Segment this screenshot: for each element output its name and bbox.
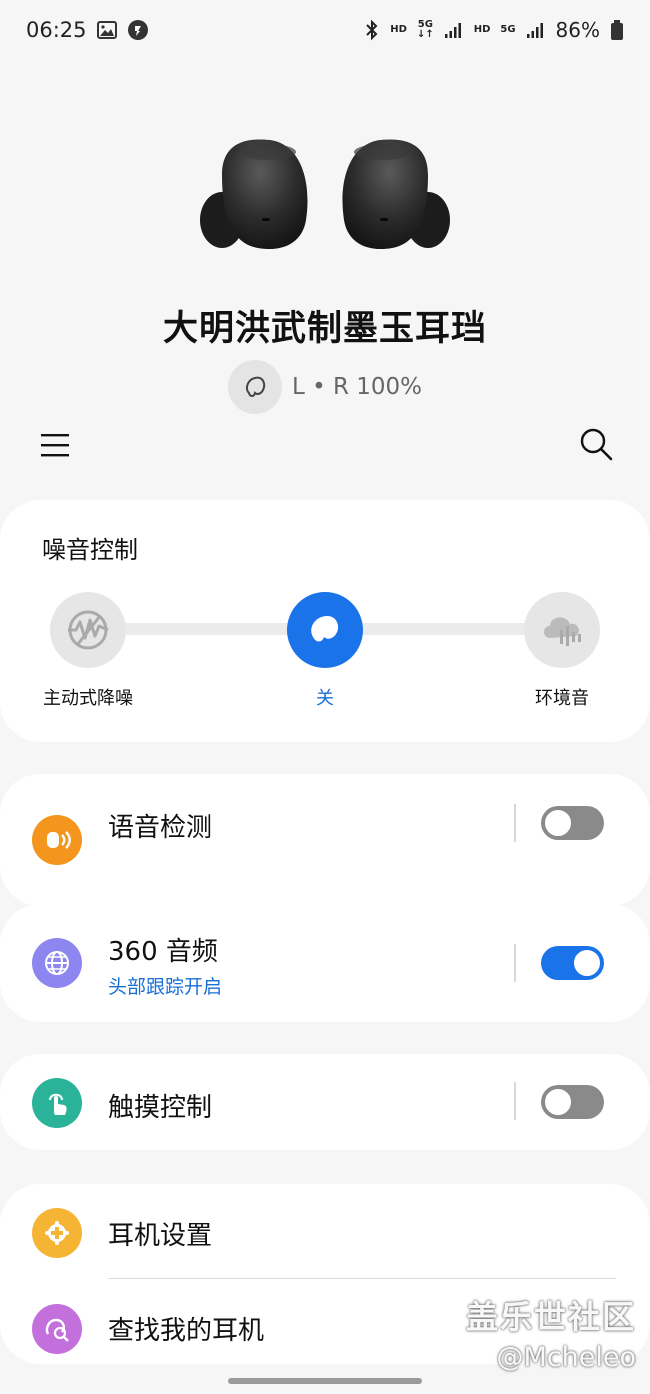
off-option[interactable] — [287, 592, 363, 668]
globe-icon — [32, 938, 82, 988]
gallery-icon — [96, 21, 117, 39]
divider — [514, 804, 516, 842]
voice-detect-title: 语音检测 — [108, 813, 213, 843]
network-5g-2: 5G — [500, 24, 516, 35]
anc-option[interactable] — [50, 592, 126, 668]
battery-icon — [610, 19, 624, 41]
anc-icon — [68, 610, 109, 650]
settings-title[interactable]: 耳机设置 — [108, 1215, 212, 1252]
signal-icon-2 — [526, 21, 546, 39]
toggle-knob — [543, 1087, 573, 1117]
voice-detect-icon — [32, 815, 82, 865]
earbud-icon — [227, 360, 282, 414]
touch-control-card[interactable]: 触摸控制 — [0, 1054, 650, 1150]
status-time: 06:25 — [26, 18, 87, 42]
watermark-community: 盖乐世社区 — [465, 1298, 636, 1336]
off-label: 关 — [316, 688, 334, 709]
audio360-subtitle: 头部跟踪开启 — [108, 976, 223, 998]
noise-control-card: 噪音控制 主动式降噪 关 环境音 — [0, 500, 650, 742]
network-5g-1: 5G ↓↑ — [416, 19, 434, 40]
battery-status: L • R 100% — [0, 360, 650, 414]
battery-level-label: L • R 100% — [291, 374, 423, 400]
search-icon — [580, 428, 613, 461]
divider — [514, 1082, 516, 1120]
touch-control-toggle[interactable] — [541, 1085, 604, 1119]
toggle-knob — [543, 808, 573, 838]
earbuds-image — [0, 120, 650, 270]
device-name: 大明洪武制墨玉耳珰 — [162, 309, 487, 349]
audio360-toggle[interactable] — [541, 946, 604, 980]
signal-icon — [444, 21, 464, 39]
row-separator — [108, 1278, 616, 1279]
search-button[interactable] — [578, 426, 614, 462]
noise-control-title: 噪音控制 — [42, 536, 138, 564]
voice-detect-card[interactable]: 语音检测 — [0, 774, 650, 906]
audio360-card[interactable]: 360 音频 头部跟踪开启 — [0, 904, 650, 1022]
watermark-user: @Mcheleo — [496, 1342, 637, 1373]
toggle-knob — [572, 948, 602, 978]
audio360-title: 360 音频 — [108, 937, 218, 967]
hd-indicator-1: HD — [390, 24, 407, 35]
gear-icon — [32, 1208, 82, 1258]
status-left: 06:25 — [26, 18, 149, 42]
ambient-sound-icon — [544, 617, 581, 646]
anc-label: 主动式降噪 — [43, 688, 133, 709]
ambient-label: 环境音 — [535, 688, 589, 709]
touch-icon — [32, 1078, 82, 1128]
hd-indicator-2: HD — [473, 24, 491, 35]
battery-percent: 86% — [555, 18, 600, 42]
voice-detect-toggle[interactable] — [541, 806, 604, 840]
status-right: HD 5G ↓↑ HD 5G 86% — [364, 18, 624, 42]
touch-control-title: 触摸控制 — [108, 1093, 213, 1123]
status-bar: 06:25 HD 5G ↓↑ HD 5G 86% — [0, 0, 650, 60]
find-earbuds-icon — [32, 1304, 82, 1354]
earbud-off-icon — [311, 615, 339, 642]
menu-button[interactable] — [38, 428, 72, 462]
divider — [514, 944, 516, 982]
hamburger-icon — [41, 434, 69, 457]
app-notification-icon — [127, 19, 149, 41]
ambient-option[interactable] — [524, 592, 600, 668]
find-earbuds-title[interactable]: 查找我的耳机 — [108, 1310, 264, 1347]
home-indicator[interactable] — [228, 1378, 422, 1384]
bluetooth-icon — [364, 19, 380, 41]
